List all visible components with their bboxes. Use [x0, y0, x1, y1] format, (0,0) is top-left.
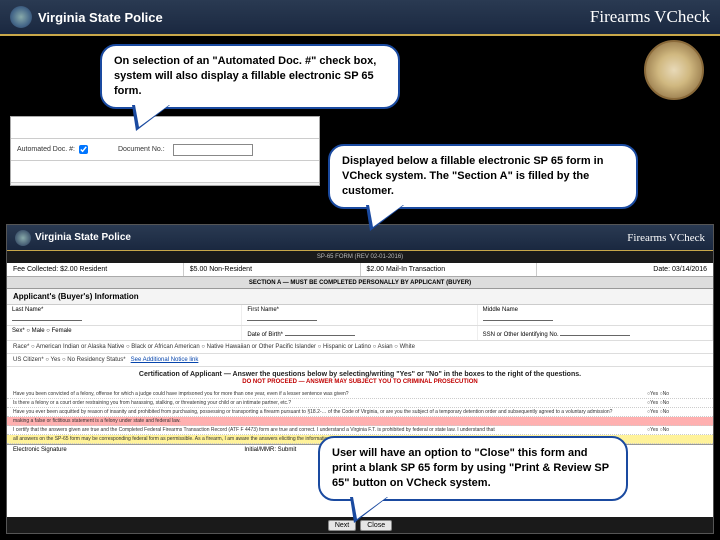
callout-tail-icon [132, 105, 170, 131]
vsp-seal-large-icon [644, 40, 704, 100]
banner-product: Firearms VCheck [590, 7, 710, 27]
fee-mailin: $2.00 Mail-In Transaction [361, 263, 538, 276]
question-row: Have you ever been acquitted by reason o… [7, 408, 713, 417]
callout-tail-icon [350, 497, 388, 523]
esig-label: Electronic Signature [13, 447, 244, 453]
dob-label: Date of Birth* [247, 332, 283, 338]
vsp-seal-icon [10, 6, 32, 28]
applicant-heading: Applicant's (Buyer's) Information [7, 289, 713, 305]
vsp-seal-icon [15, 230, 31, 246]
race-row[interactable]: Race* ○ American Indian or Alaska Native… [7, 341, 713, 354]
form-date: Date: 03/14/2016 [537, 263, 713, 276]
form-header-bar: SP-65 FORM (REV 02-01-2016) [7, 251, 713, 263]
q3: Have you ever been acquitted by reason o… [13, 409, 647, 415]
ssn-label: SSN or Other Identifying No. [483, 332, 559, 338]
us-citizen-label: US Citizen* ○ Yes ○ No Residency Status* [13, 357, 126, 363]
q3-yn[interactable]: ○Yes ○No [647, 409, 707, 415]
automated-doc-checkbox[interactable] [79, 145, 88, 154]
q1-yn[interactable]: ○Yes ○No [647, 391, 707, 397]
first-name-input[interactable] [247, 313, 317, 321]
q1: Have you been convicted of a felony, off… [13, 391, 647, 397]
additional-notice-link[interactable]: See Additional Notice link [131, 357, 199, 363]
q4: I certify that the answers given are tru… [13, 427, 647, 433]
q2-yn[interactable]: ○Yes ○No [647, 400, 707, 406]
section-a-bar: SECTION A — MUST BE COMPLETED PERSONALLY… [7, 277, 713, 289]
snippet-blank-row2 [11, 161, 319, 183]
question-row: Have you been convicted of a felony, off… [7, 390, 713, 399]
callout-section-a: Displayed below a fillable electronic SP… [328, 144, 638, 209]
question-row: Is there a felony or a court order restr… [7, 399, 713, 408]
name-row: Last Name* First Name* Middle Name [7, 305, 713, 326]
callout-text: On selection of an "Automated Doc. #" ch… [114, 55, 376, 97]
ssn-input[interactable] [560, 328, 630, 336]
inner-title: Virginia State Police [35, 232, 131, 243]
q4-yn[interactable]: ○Yes ○No [647, 427, 707, 433]
cert-title: Certification of Applicant — Answer the … [13, 370, 707, 379]
document-no-input[interactable] [173, 144, 253, 156]
callout-tail-icon [366, 205, 404, 231]
sex-field[interactable]: Sex* ○ Male ○ Female [7, 326, 242, 340]
auto-doc-label: Automated Doc. #: [17, 146, 75, 153]
dob-input[interactable] [285, 328, 355, 336]
question-row: I certify that the answers given are tru… [7, 426, 713, 435]
callout-text: Displayed below a fillable electronic SP… [342, 155, 603, 197]
question-row-highlight: making a false or fictitious statement i… [7, 417, 713, 426]
callout-auto-doc: On selection of an "Automated Doc. #" ch… [100, 44, 400, 109]
q2: Is there a felony or a court order restr… [13, 400, 647, 406]
citizen-row[interactable]: US Citizen* ○ Yes ○ No Residency Status*… [7, 354, 713, 367]
middle-name-input[interactable] [483, 313, 553, 321]
fee-resident: Fee Collected: $2.00 Resident [7, 263, 184, 276]
fee-row: Fee Collected: $2.00 Resident $5.00 Non-… [7, 263, 713, 277]
banner-left: Virginia State Police [10, 6, 163, 28]
demo-row: Sex* ○ Male ○ Female Date of Birth* SSN … [7, 326, 713, 341]
top-banner: Virginia State Police Firearms VCheck [0, 0, 720, 36]
banner-title: Virginia State Police [38, 10, 163, 25]
callout-close-print: User will have an option to "Close" this… [318, 436, 628, 501]
warning-text: DO NOT PROCEED — ANSWER MAY SUBJECT YOU … [13, 379, 707, 387]
certification-area: Certification of Applicant — Answer the … [7, 367, 713, 390]
hl-red-text: making a false or fictitious statement i… [13, 418, 647, 424]
inner-banner: Virginia State Police Firearms VCheck [7, 225, 713, 251]
last-name-input[interactable] [12, 313, 82, 321]
snippet-auto-row: Automated Doc. #: Document No.: [11, 139, 319, 161]
document-no-label: Document No.: [118, 146, 165, 153]
callout-text: User will have an option to "Close" this… [332, 447, 609, 489]
inner-product: Firearms VCheck [627, 232, 705, 244]
fee-nonresident: $5.00 Non-Resident [184, 263, 361, 276]
